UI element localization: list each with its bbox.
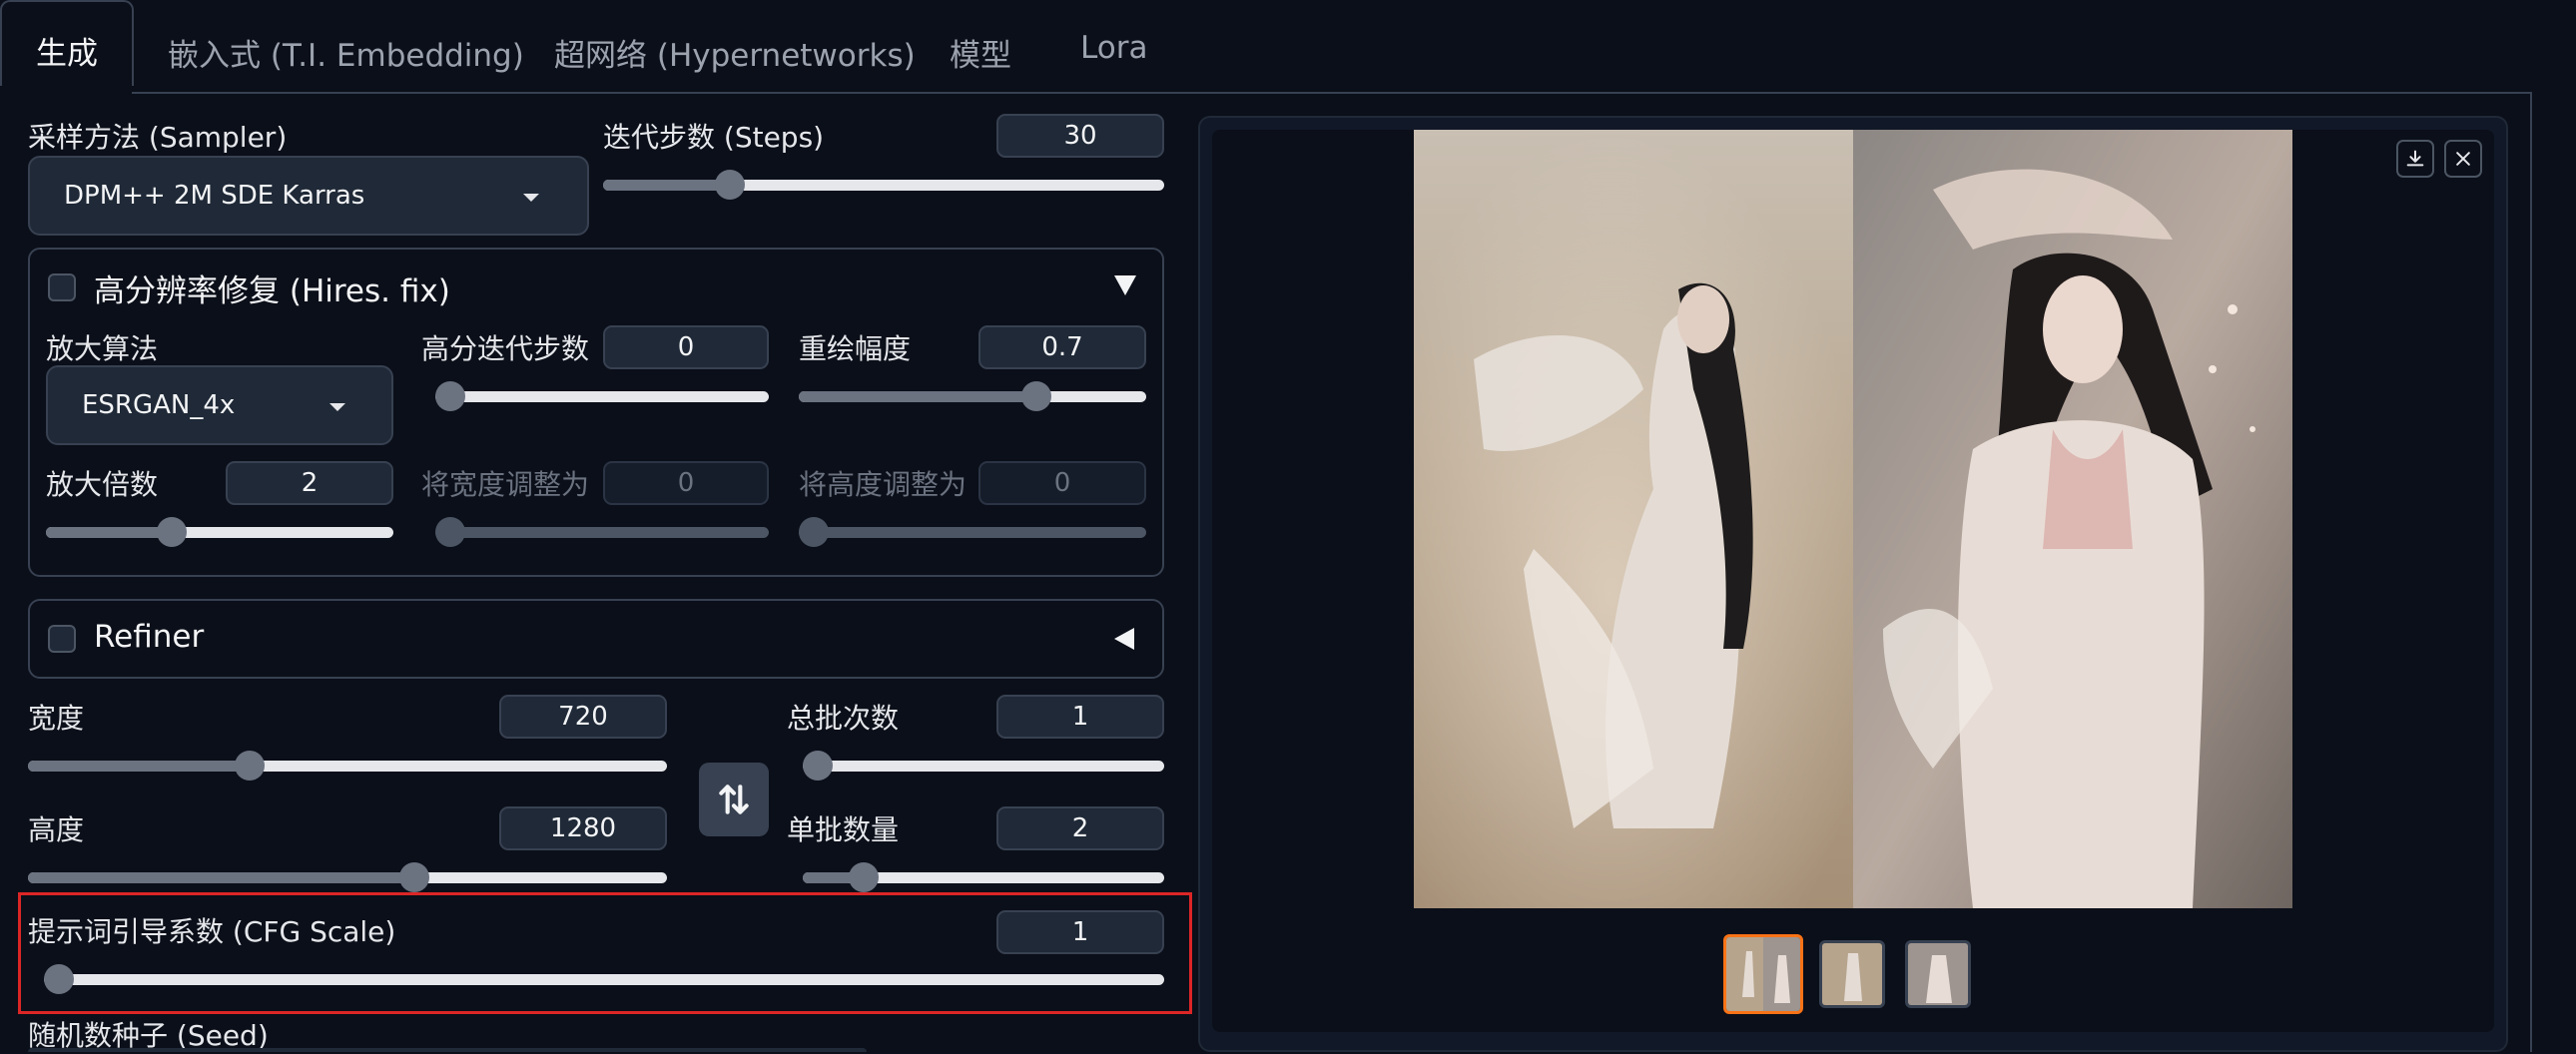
preview-image-art [1414,130,2292,908]
swap-dimensions-button[interactable] [699,763,769,836]
batch-count-label: 总批次数 [787,702,900,735]
slider-thumb[interactable] [714,170,745,200]
download-icon [2406,150,2424,167]
tab-content-border-right [2530,92,2532,1052]
slider-thumb[interactable] [849,862,880,892]
hires-steps-slider[interactable] [435,381,769,411]
slider-fill [603,180,722,191]
slider-thumb[interactable] [799,517,829,547]
width-slider[interactable] [28,751,667,781]
steps-slider[interactable] [603,170,1164,200]
hires-steps-label: 高分迭代步数 [421,332,590,365]
denoise-input[interactable]: 0.7 [978,325,1146,369]
batch-size-slider[interactable] [803,862,1164,892]
cfg-scale-slider[interactable] [44,964,1164,994]
thumbnail-image [1726,937,1800,1011]
thumbnail-image [1908,943,1968,1005]
slider-thumb[interactable] [803,751,833,781]
collapse-triangle-icon[interactable] [1114,275,1136,295]
slider-thumb[interactable] [399,862,430,892]
tab-models[interactable]: 模型 [950,30,1011,75]
upscaler-value: ESRGAN_4x [82,390,236,420]
gallery-thumbnail-2[interactable] [1905,940,1971,1008]
download-button[interactable] [2396,140,2434,178]
resize-width-label: 将宽度调整为 [421,468,590,501]
height-slider[interactable] [28,862,667,892]
denoise-slider[interactable] [799,381,1146,411]
batch-count-slider[interactable] [803,751,1164,781]
tab-lora[interactable]: Lora [1080,30,1147,66]
expand-triangle-icon[interactable] [1114,628,1134,650]
refiner-checkbox[interactable] [48,625,76,653]
width-label: 宽度 [28,702,85,735]
upscale-by-input[interactable]: 2 [226,461,393,505]
chevron-down-icon [523,194,539,202]
slider-fill [28,761,246,772]
upscale-by-label: 放大倍数 [46,468,159,501]
steps-input[interactable]: 30 [996,114,1164,158]
batch-count-input[interactable]: 1 [996,695,1164,739]
sampler-dropdown[interactable]: DPM++ 2M SDE Karras [28,156,589,236]
resize-height-slider[interactable] [799,517,1146,547]
slider-thumb[interactable] [44,964,74,994]
steps-label: 迭代步数 (Steps) [603,121,825,154]
tab-hypernetworks[interactable]: 超网络 (Hypernetworks) [554,30,916,75]
close-gallery-button[interactable] [2444,140,2482,178]
gallery-thumbnail-1[interactable] [1819,940,1885,1008]
tab-embedding[interactable]: 嵌入式 (T.I. Embedding) [168,30,524,75]
slider-thumb[interactable] [1020,381,1051,411]
gallery-thumbnail-grid[interactable] [1723,934,1803,1014]
slider-thumb[interactable] [435,517,465,547]
slider-fill [28,872,418,883]
swap-arrows-icon [719,785,749,814]
upscaler-dropdown[interactable]: ESRGAN_4x [46,365,393,445]
resize-height-label: 将高度调整为 [799,468,967,501]
slider-thumb[interactable] [235,751,266,781]
preview-image[interactable] [1414,130,2292,908]
resize-height-input[interactable]: 0 [978,461,1146,505]
refiner-title: Refiner [94,619,205,655]
slider-fill [46,527,168,538]
batch-size-label: 单批数量 [787,813,900,846]
hires-checkbox[interactable] [48,273,76,301]
chevron-down-icon [329,403,345,411]
resize-width-input[interactable]: 0 [603,461,769,505]
denoise-label: 重绘幅度 [799,332,912,365]
upscaler-label: 放大算法 [46,332,159,365]
hires-steps-input[interactable]: 0 [603,325,769,369]
tab-generate[interactable]: 生成 [0,0,134,86]
close-icon [2456,152,2470,166]
seed-input-edge[interactable] [28,1048,867,1052]
height-input[interactable]: 1280 [499,806,667,850]
upscale-by-slider[interactable] [46,517,393,547]
thumbnail-image [1822,943,1882,1005]
slider-thumb[interactable] [435,381,465,411]
resize-width-slider[interactable] [435,517,769,547]
slider-fill [799,391,1042,402]
height-label: 高度 [28,813,85,846]
batch-size-input[interactable]: 2 [996,806,1164,850]
sampler-label: 采样方法 (Sampler) [28,121,288,154]
slider-fill [803,872,854,883]
cfg-scale-label: 提示词引导系数 (CFG Scale) [28,915,396,948]
sampler-value: DPM++ 2M SDE Karras [64,181,365,211]
tab-bar-line [132,92,2532,94]
width-input[interactable]: 720 [499,695,667,739]
hires-title: 高分辨率修复 (Hires. fix) [94,273,450,309]
cfg-scale-input[interactable]: 1 [996,910,1164,954]
